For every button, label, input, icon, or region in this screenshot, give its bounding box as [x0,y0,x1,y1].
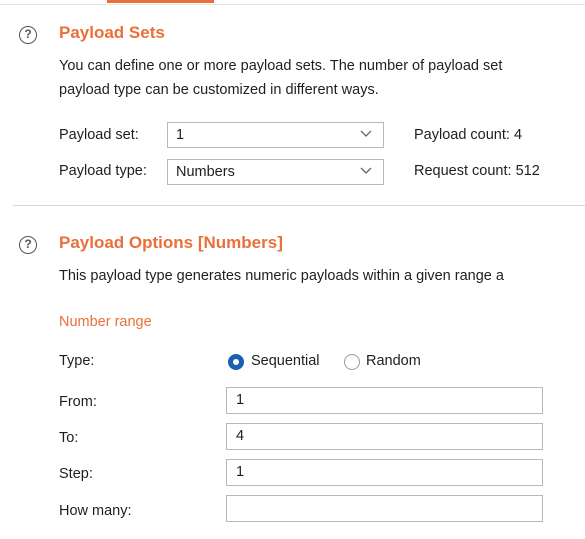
payload-type-select[interactable]: Numbers [167,159,384,185]
payload-set-select[interactable]: 1 [167,122,384,148]
payload-sets-description-line1: You can define one or more payload sets.… [59,58,503,74]
payload-options-title: Payload Options [Numbers] [59,233,283,252]
step-label: Step: [59,466,93,482]
chevron-down-icon [360,167,372,174]
random-radio[interactable] [344,354,360,370]
help-icon[interactable]: ? [19,26,37,44]
sequential-radio[interactable] [228,354,244,370]
request-count: Request count: 512 [414,163,540,179]
payload-sets-description-line2: payload type can be customized in differ… [59,82,379,98]
type-label: Type: [59,353,95,369]
number-range-heading: Number range [59,314,152,330]
step-input[interactable]: 1 [226,459,543,486]
random-label[interactable]: Random [366,353,421,369]
payload-options-description: This payload type generates numeric payl… [59,268,504,284]
active-tab-indicator [107,0,214,3]
how-many-label: How many: [59,503,132,519]
chevron-down-icon [360,130,372,137]
top-divider [0,4,585,5]
payload-type-value: Numbers [176,164,235,180]
to-label: To: [59,430,79,446]
from-label: From: [59,394,97,410]
from-input[interactable]: 1 [226,387,543,414]
payload-set-value: 1 [176,127,185,143]
payload-count: Payload count: 4 [414,127,523,143]
help-icon[interactable]: ? [19,236,37,254]
section-divider [13,205,585,206]
payload-sets-title: Payload Sets [59,23,165,42]
how-many-input[interactable] [226,495,543,522]
payload-type-label: Payload type: [59,163,147,179]
to-input[interactable]: 4 [226,423,543,450]
sequential-label[interactable]: Sequential [251,353,320,369]
payload-set-label: Payload set: [59,127,139,143]
